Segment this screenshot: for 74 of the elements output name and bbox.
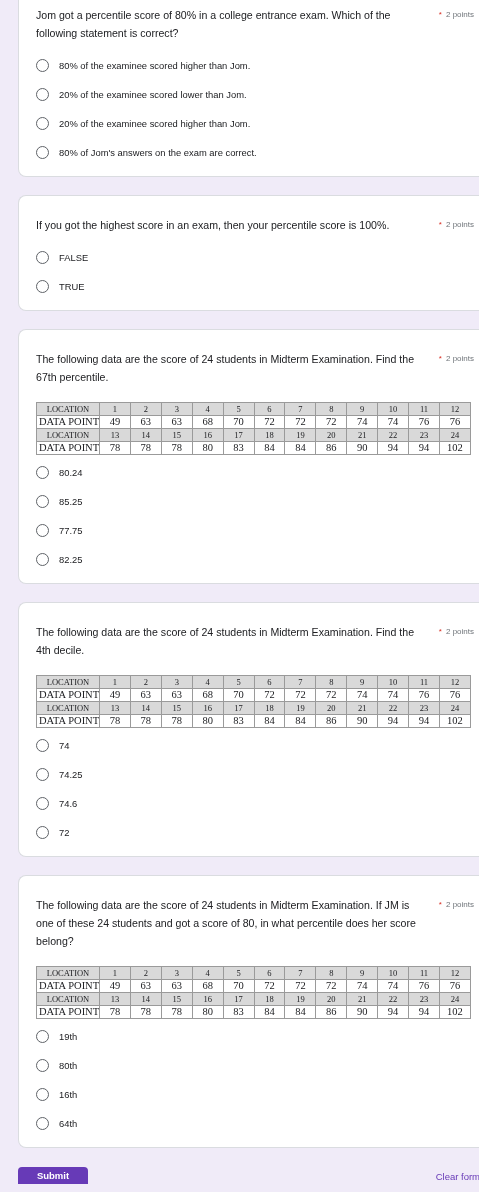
answer-option[interactable]: 80% of Jom's answers on the exam are correct.: [36, 143, 474, 162]
table-cell: 1: [99, 675, 131, 689]
question-text: The following data are the score of 24 students in Midterm Examination. If JM is one of these 24 students and got a score of 80, in what percentile does her score belong?: [36, 898, 417, 949]
table-cell: 8: [315, 675, 347, 689]
table-cell: 3: [161, 966, 193, 980]
table-cell: 7: [284, 402, 316, 416]
answer-option[interactable]: 82.25: [36, 550, 474, 569]
table-cell: 1: [99, 402, 131, 416]
answer-option[interactable]: 20% of the examinee scored lower than Jom.: [36, 85, 474, 104]
table-cell: 12: [439, 675, 471, 689]
table-cell: 5: [223, 675, 255, 689]
answer-option[interactable]: 72: [36, 823, 474, 842]
answer-option[interactable]: 74.6: [36, 794, 474, 813]
table-cell: 4: [192, 675, 224, 689]
answer-option[interactable]: 16th: [36, 1085, 474, 1104]
points-label: 2 points: [445, 899, 474, 911]
submit-button[interactable]: Submit: [18, 1167, 88, 1184]
required-asterisk: *: [438, 626, 442, 638]
answer-option[interactable]: 64th: [36, 1114, 474, 1133]
table-cell: 12: [439, 966, 471, 980]
table-cell: 8: [315, 966, 347, 980]
table-cell: 4: [192, 402, 224, 416]
question-text: If you got the highest score in an exam, then your percentile score is 100%.: [36, 218, 390, 233]
points-label: 2 points: [445, 219, 474, 231]
table-cell: 10: [377, 675, 409, 689]
table-cell: 5: [223, 402, 255, 416]
required-asterisk: *: [438, 353, 442, 365]
table-cell: 2: [130, 966, 162, 980]
points-label: 2 points: [445, 353, 474, 365]
answer-option[interactable]: 80% of the examinee scored higher than Jom.: [36, 56, 474, 75]
row-header-cell: LOCATION: [36, 402, 100, 416]
question-text: The following data are the score of 24 students in Midterm Examination. Find the 4th decile.: [36, 625, 416, 658]
table-cell: 6: [254, 966, 285, 980]
points-label: 2 points: [445, 9, 474, 21]
answer-option[interactable]: 74: [36, 736, 474, 755]
table-cell: 10: [377, 966, 409, 980]
table-cell: 1: [99, 966, 131, 980]
table-cell: 3: [161, 675, 193, 689]
answer-option[interactable]: 20% of the examinee scored higher than Jom.: [36, 114, 474, 133]
answer-option[interactable]: 19th: [36, 1027, 474, 1046]
row-header-cell: LOCATION: [36, 675, 100, 689]
answer-option[interactable]: 80th: [36, 1056, 474, 1075]
question-text: Jom got a percentile score of 80% in a college entrance exam. Which of the following statement is correct?: [36, 8, 392, 41]
clear-form-link[interactable]: Clear form: [435, 1170, 479, 1184]
table-cell: 9: [346, 402, 378, 416]
table-cell: 11: [408, 966, 440, 980]
required-asterisk: *: [438, 9, 442, 21]
table-cell: 6: [254, 675, 285, 689]
table-cell: 2: [130, 402, 162, 416]
table-cell: 7: [284, 675, 316, 689]
answer-option[interactable]: 85.25: [36, 492, 474, 511]
table-cell: 5: [223, 966, 255, 980]
answer-option[interactable]: 80.24: [36, 463, 474, 482]
answer-option[interactable]: FALSE: [36, 248, 474, 267]
table-cell: 11: [408, 402, 440, 416]
question-text: The following data are the score of 24 students in Midterm Examination. Find the 67th percentile.: [36, 352, 416, 385]
table-cell: 9: [346, 675, 378, 689]
required-asterisk: *: [438, 219, 442, 231]
table-cell: 4: [192, 966, 224, 980]
answer-option[interactable]: TRUE: [36, 277, 474, 296]
table-cell: 11: [408, 675, 440, 689]
answer-option[interactable]: 77.75: [36, 521, 474, 540]
table-cell: 7: [284, 966, 316, 980]
points-label: 2 points: [445, 626, 474, 638]
table-cell: 9: [346, 966, 378, 980]
table-cell: 3: [161, 402, 193, 416]
table-cell: 6: [254, 402, 285, 416]
table-cell: 10: [377, 402, 409, 416]
answer-option[interactable]: 74.25: [36, 765, 474, 784]
required-asterisk: *: [438, 899, 442, 911]
table-cell: 8: [315, 402, 347, 416]
table-cell: 2: [130, 675, 162, 689]
row-header-cell: LOCATION: [36, 966, 100, 980]
table-cell: 12: [439, 402, 471, 416]
